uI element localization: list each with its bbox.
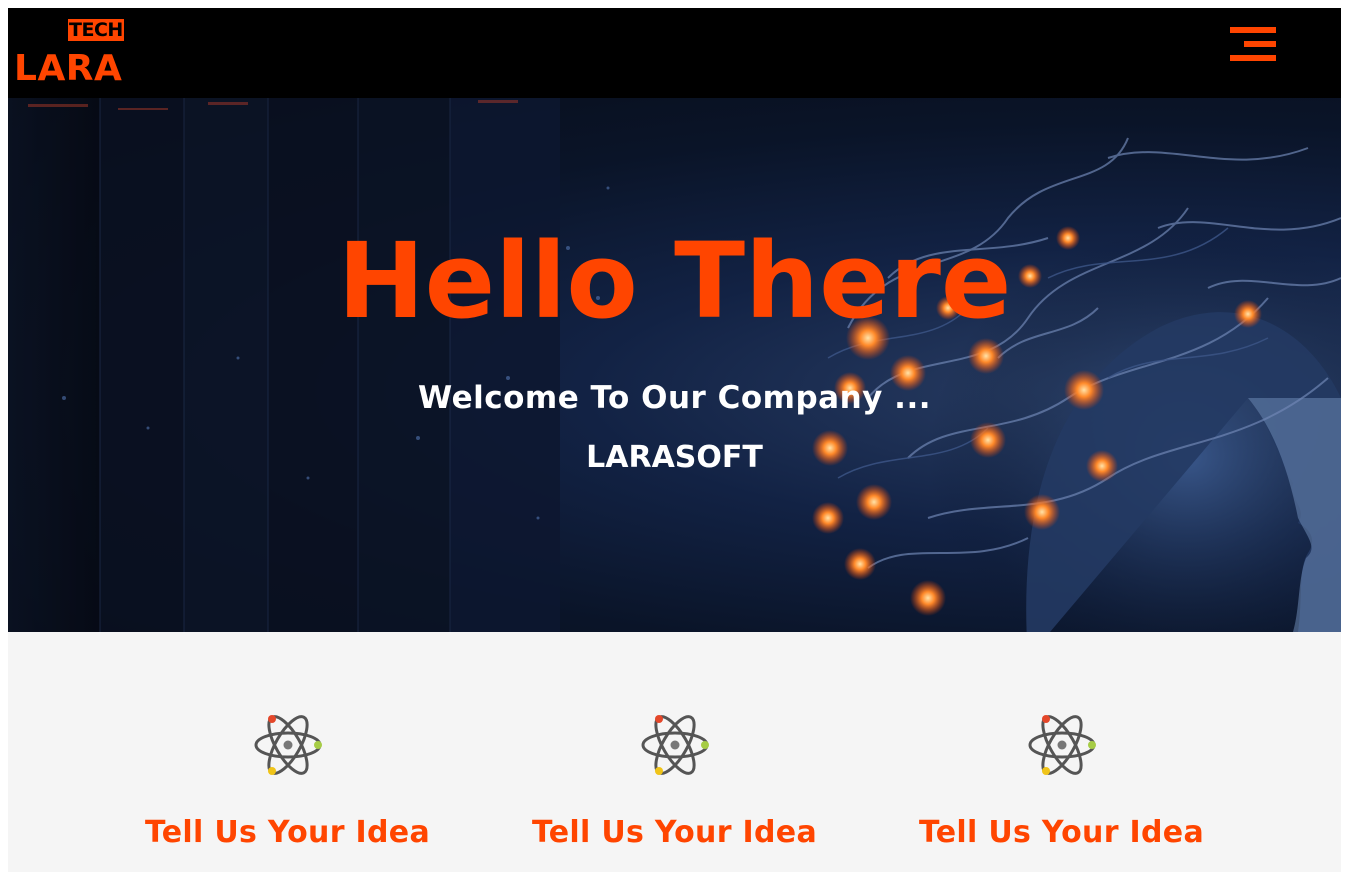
server-racks bbox=[8, 98, 610, 632]
menu-bar-bottom bbox=[1230, 55, 1276, 61]
atom-icon bbox=[254, 715, 322, 775]
atom-icon bbox=[1028, 715, 1096, 775]
feature-card-2[interactable]: Tell Us Your Idea bbox=[481, 632, 868, 872]
hero-title: Hello There bbox=[337, 220, 1012, 342]
logo-lara-text: LARA bbox=[14, 48, 123, 89]
hero-section: Hello There Welcome To Our Company ... L… bbox=[8, 98, 1341, 632]
feature-card-1[interactable]: Tell Us Your Idea bbox=[94, 632, 481, 872]
hamburger-menu-icon[interactable] bbox=[1230, 27, 1276, 63]
logo-tech-text: TECH bbox=[68, 19, 124, 41]
navbar: TECH LARA bbox=[8, 8, 1341, 98]
hero-welcome-text: Welcome To Our Company ... bbox=[417, 380, 931, 416]
features-section: Tell Us Your Idea Tell Us Your Idea Tell… bbox=[8, 632, 1341, 872]
menu-bar-top bbox=[1230, 27, 1276, 33]
hero-brand-text: LARASOFT bbox=[586, 440, 763, 475]
feature-title: Tell Us Your Idea bbox=[531, 815, 817, 850]
feature-title: Tell Us Your Idea bbox=[144, 815, 430, 850]
feature-card-3[interactable]: Tell Us Your Idea bbox=[868, 632, 1255, 872]
feature-title: Tell Us Your Idea bbox=[918, 815, 1204, 850]
atom-icon bbox=[641, 715, 709, 775]
page-frame: TECH LARA Hello There Welcome To Our Com… bbox=[8, 8, 1341, 872]
site-logo[interactable]: TECH LARA bbox=[8, 8, 148, 98]
menu-bar-middle bbox=[1244, 41, 1276, 47]
hero-background-image bbox=[8, 98, 1341, 632]
